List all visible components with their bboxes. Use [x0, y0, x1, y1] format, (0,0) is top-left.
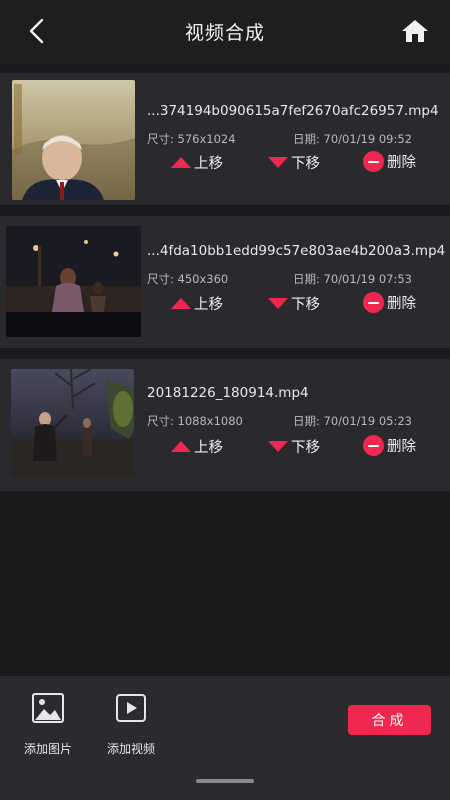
- list-item[interactable]: ...374194b090615a7fef2670afc26957.mp4 尺寸…: [0, 73, 450, 205]
- home-icon: [402, 20, 428, 42]
- video-filename: ...4fda10bb1edd99c57e803ae4b200a3.mp4: [147, 243, 446, 259]
- move-up-button[interactable]: 上移: [171, 293, 223, 314]
- minus-circle-icon: [363, 151, 384, 172]
- move-up-button[interactable]: 上移: [171, 152, 223, 173]
- video-filename: ...374194b090615a7fef2670afc26957.mp4: [147, 103, 439, 119]
- add-image-label: 添加图片: [23, 742, 72, 756]
- move-up-label: 上移: [194, 440, 223, 456]
- arrow-up-icon: [171, 298, 191, 309]
- delete-label: 删除: [387, 296, 416, 312]
- video-size: 尺寸: 450x360: [147, 272, 229, 286]
- move-down-label: 下移: [291, 297, 320, 313]
- top-bar: 视频合成: [0, 0, 450, 64]
- move-down-button[interactable]: 下移: [268, 436, 320, 457]
- move-down-button[interactable]: 下移: [268, 293, 320, 314]
- merge-button[interactable]: 合成: [348, 705, 431, 735]
- move-up-label: 上移: [194, 156, 223, 172]
- move-down-button[interactable]: 下移: [268, 152, 320, 173]
- move-up-label: 上移: [194, 297, 223, 313]
- delete-button[interactable]: 删除: [363, 292, 416, 313]
- video-thumbnail: [11, 369, 134, 477]
- move-down-label: 下移: [291, 156, 320, 172]
- delete-label: 删除: [387, 155, 416, 171]
- arrow-down-icon: [268, 441, 288, 452]
- video-size: 尺寸: 1088x1080: [147, 414, 243, 428]
- delete-label: 删除: [387, 439, 416, 455]
- video-date: 日期: 70/01/19 05:23: [293, 414, 412, 428]
- list-item[interactable]: 20181226_180914.mp4 尺寸: 1088x1080 日期: 70…: [0, 359, 450, 491]
- add-video-label: 添加视频: [106, 742, 155, 756]
- delete-button[interactable]: 删除: [363, 435, 416, 456]
- video-date: 日期: 70/01/19 07:53: [293, 272, 412, 286]
- home-indicator[interactable]: [196, 779, 254, 783]
- video-filename: 20181226_180914.mp4: [147, 385, 309, 401]
- minus-circle-icon: [363, 292, 384, 313]
- arrow-up-icon: [171, 157, 191, 168]
- arrow-down-icon: [268, 298, 288, 309]
- play-video-icon: [116, 694, 146, 722]
- home-button[interactable]: [398, 14, 432, 48]
- list-item[interactable]: ...4fda10bb1edd99c57e803ae4b200a3.mp4 尺寸…: [0, 216, 450, 348]
- video-date: 日期: 70/01/19 09:52: [293, 132, 412, 146]
- video-thumbnail: [6, 226, 141, 337]
- video-size: 尺寸: 576x1024: [147, 132, 236, 146]
- arrow-up-icon: [171, 441, 191, 452]
- add-image-button[interactable]: 添加图片: [13, 690, 83, 757]
- minus-circle-icon: [363, 435, 384, 456]
- move-up-button[interactable]: 上移: [171, 436, 223, 457]
- page-title: 视频合成: [184, 22, 265, 44]
- video-thumbnail: [12, 80, 135, 200]
- add-video-button[interactable]: 添加视频: [96, 690, 166, 757]
- arrow-down-icon: [268, 157, 288, 168]
- move-down-label: 下移: [291, 440, 320, 456]
- delete-button[interactable]: 删除: [363, 151, 416, 172]
- image-icon: [32, 693, 64, 723]
